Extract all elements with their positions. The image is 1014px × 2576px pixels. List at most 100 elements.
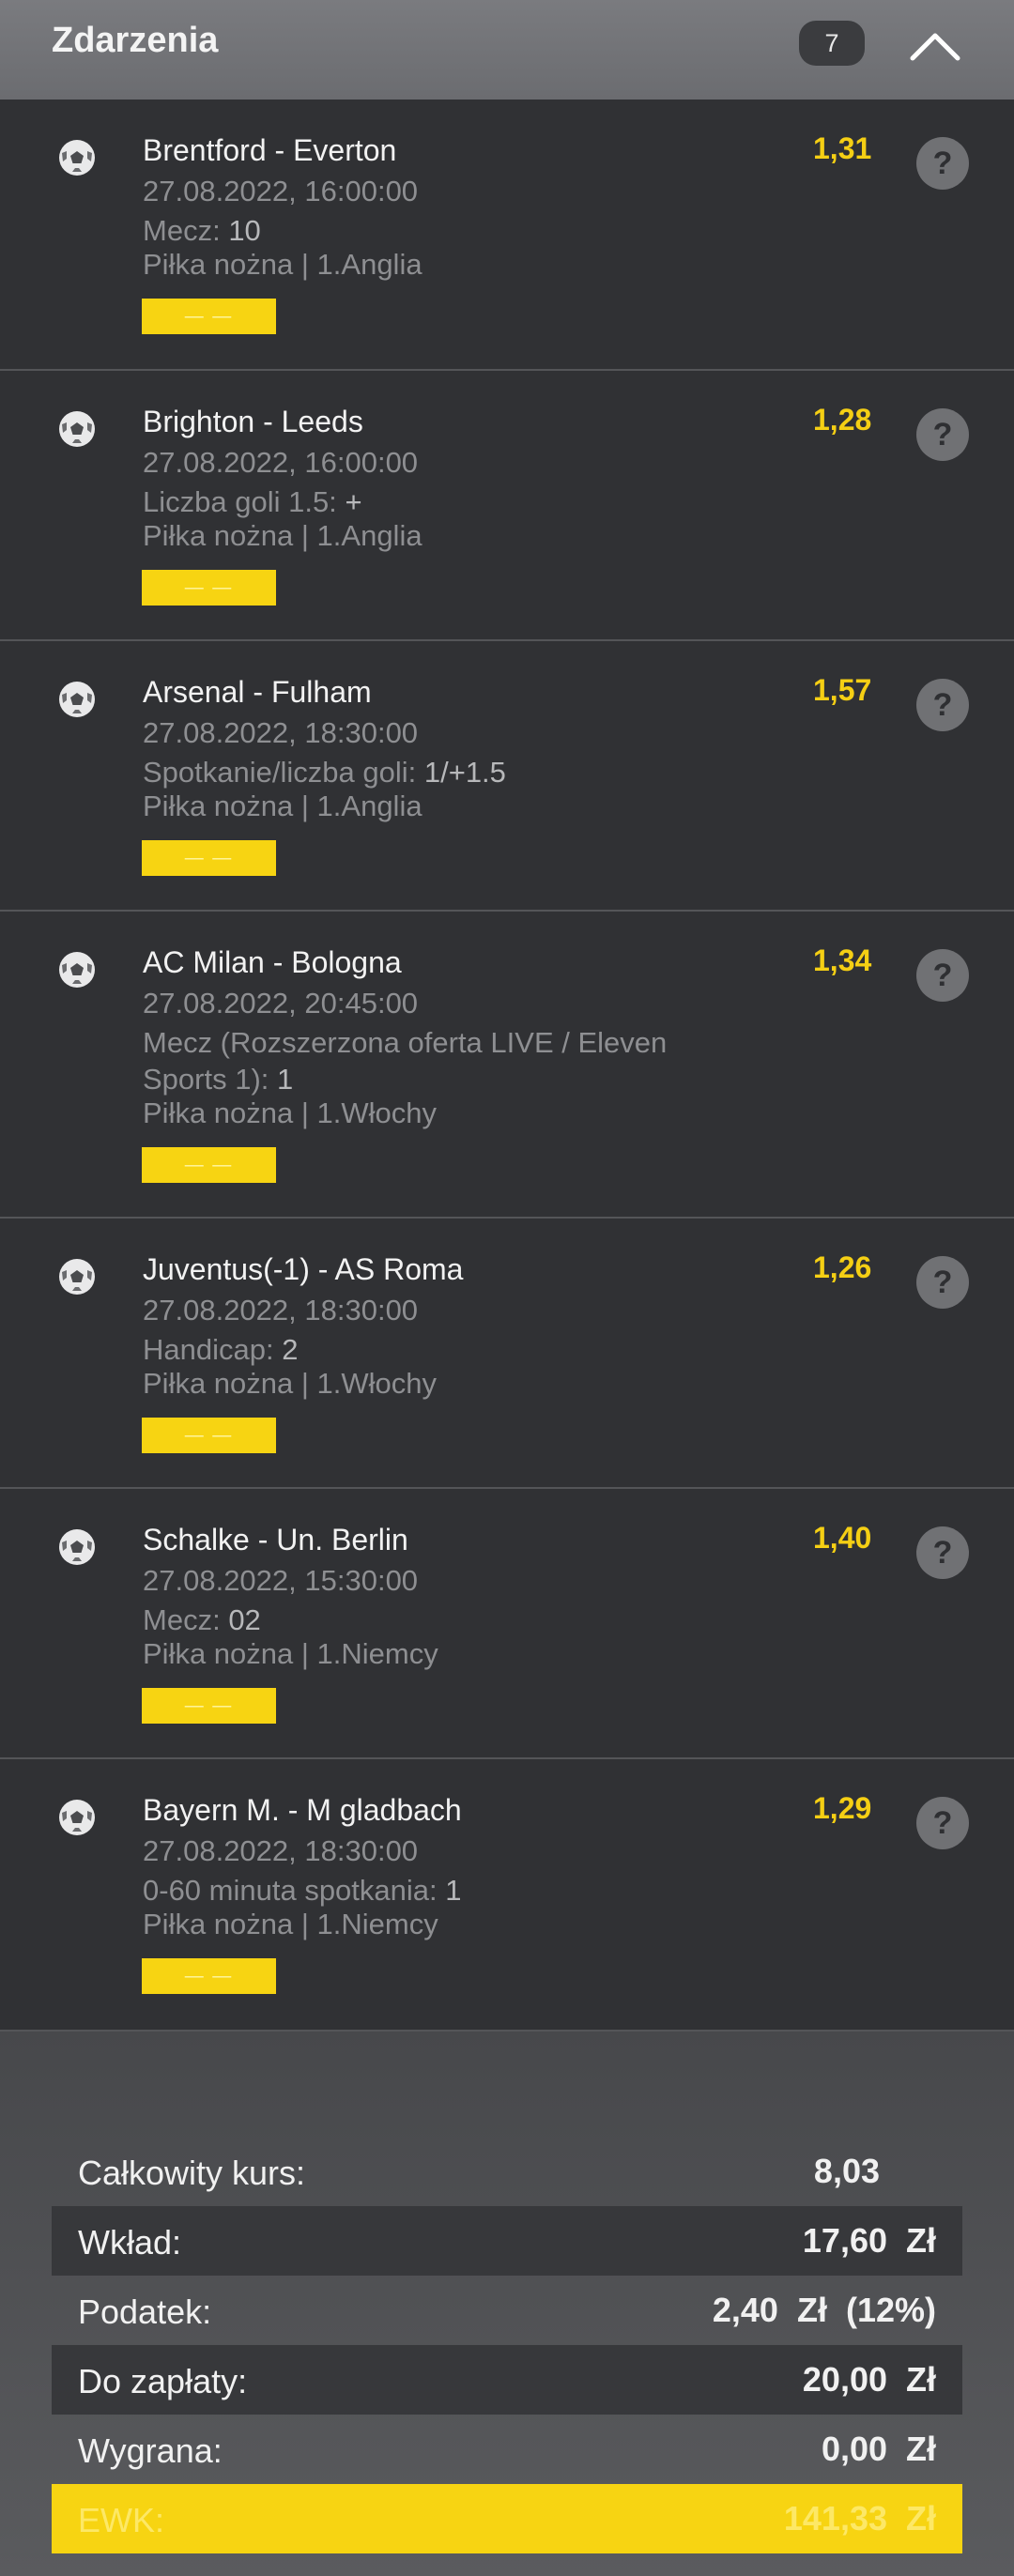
event-league: Piłka nożna | 1.Włochy [143,1096,438,1129]
event-league: Piłka nożna | 1.Anglia [143,248,422,281]
event-item[interactable]: Brighton - Leeds 27.08.2022, 16:00:00 Li… [0,371,1014,641]
event-teams: Brighton - Leeds [143,405,363,438]
help-icon[interactable]: ? [916,1797,969,1849]
event-odds: 1,34 [813,943,872,977]
event-date: 27.08.2022, 18:30:00 [143,1294,419,1326]
football-icon [59,952,95,988]
event-teams: AC Milan - Bologna [143,945,402,979]
event-league: Piłka nożna | 1.Anglia [143,519,422,552]
event-bet: 0-60 minuta spotkania: 1 [143,1872,753,1909]
event-league: Piłka nożna | 1.Anglia [143,790,422,822]
event-item[interactable]: Arsenal - Fulham 27.08.2022, 18:30:00 Sp… [0,641,1014,912]
event-league: Piłka nożna | 1.Niemcy [143,1908,438,1940]
event-odds: 1,31 [813,131,872,165]
event-item[interactable]: Bayern M. - M gladbach 27.08.2022, 18:30… [0,1759,1014,2032]
event-odds: 1,40 [813,1521,872,1555]
football-icon [59,682,95,717]
event-item[interactable]: Juventus(-1) - AS Roma 27.08.2022, 18:30… [0,1219,1014,1489]
event-odds: 1,57 [813,673,872,707]
bet-value: 02 [228,1603,261,1636]
event-date: 27.08.2022, 18:30:00 [143,1834,419,1867]
bet-value: 1 [445,1874,462,1907]
ewk-label: EWK: [78,2501,165,2539]
event-bet: Mecz: 02 [143,1602,753,1638]
event-league: Piłka nożna | 1.Włochy [143,1367,438,1400]
event-action-button[interactable]: — — [142,840,276,876]
football-icon [59,1800,95,1835]
event-action-button[interactable]: — — [142,1418,276,1453]
event-action-button[interactable]: — — [142,1688,276,1724]
event-item[interactable]: Brentford - Everton 27.08.2022, 16:00:00… [0,100,1014,371]
event-teams: Juventus(-1) - AS Roma [143,1252,464,1286]
event-action-button[interactable]: — — [142,570,276,606]
event-teams: Brentford - Everton [143,133,397,167]
total-odds-value: 8,03 [813,2152,880,2190]
event-date: 27.08.2022, 16:00:00 [143,446,419,479]
events-list: Brentford - Everton 27.08.2022, 16:00:00… [0,100,1014,2032]
win-label: Wygrana: [78,2431,223,2470]
to-pay-value: 20,00 Zł [802,2360,936,2399]
help-icon[interactable]: ? [916,408,969,461]
bet-label: Mecz (Rozszerzona oferta LIVE / Eleven S… [143,1026,668,1096]
total-odds-row: Całkowity kurs: 8,03 [52,2137,962,2206]
stake-label: Wkład: [78,2223,182,2262]
ewk-value: 141,33 Zł [783,2499,936,2538]
event-teams: Schalke - Un. Berlin [143,1523,408,1556]
football-icon [59,1529,95,1565]
event-action-button[interactable]: — — [142,299,276,334]
events-count-badge: 7 [799,21,865,66]
event-bet: Handicap: 2 [143,1331,753,1368]
event-odds: 1,26 [813,1250,872,1284]
ewk-row: EWK: 141,33 Zł [52,2484,962,2553]
event-league: Piłka nożna | 1.Niemcy [143,1637,438,1670]
event-teams: Arsenal - Fulham [143,675,372,709]
help-icon[interactable]: ? [916,1526,969,1579]
event-action-button[interactable]: — — [142,1958,276,1994]
event-date: 27.08.2022, 20:45:00 [143,987,419,1020]
bet-value: 1 [277,1063,294,1096]
bet-value: + [345,485,362,518]
tax-label: Podatek: [78,2292,212,2331]
bet-label: Handicap: [143,1333,274,1366]
bet-label: 0-60 minuta spotkania: [143,1874,438,1907]
total-odds-label: Całkowity kurs: [78,2154,306,2192]
football-icon [59,1259,95,1295]
event-date: 27.08.2022, 18:30:00 [143,716,419,749]
bet-value: 2 [282,1333,299,1366]
event-bet: Mecz: 10 [143,212,753,249]
help-icon[interactable]: ? [916,1256,969,1309]
event-bet: Liczba goli 1.5: + [143,483,753,520]
bet-summary: Całkowity kurs: 8,03 Wkład: 17,60 Zł Pod… [0,2032,1014,2576]
event-bet: Spotkanie/liczba goli: 1/+1.5 [143,754,753,790]
bet-label: Liczba goli 1.5: [143,485,337,518]
header-title: Zdarzenia [52,21,219,60]
event-date: 27.08.2022, 15:30:00 [143,1564,419,1597]
win-value: 0,00 Zł [821,2430,936,2468]
event-teams: Bayern M. - M gladbach [143,1793,462,1827]
bet-value: 10 [228,214,261,247]
bet-label: Spotkanie/liczba goli: [143,756,417,789]
to-pay-label: Do zapłaty: [78,2362,248,2400]
tax-row: Podatek: 2,40 Zł (12%) [52,2276,962,2345]
stake-value[interactable]: 17,60 Zł [803,2221,936,2261]
event-bet: Mecz (Rozszerzona oferta LIVE / Eleven S… [143,1024,753,1097]
tax-value: 2,40 Zł (12%) [712,2291,936,2329]
bet-value: 1/+1.5 [423,756,506,789]
event-action-button[interactable]: — — [142,1147,276,1183]
chevron-up-icon[interactable] [909,26,961,64]
football-icon [59,140,95,176]
events-header[interactable]: Zdarzenia 7 [0,0,1014,100]
football-icon [59,411,95,447]
event-odds: 1,28 [813,403,872,437]
event-item[interactable]: Schalke - Un. Berlin 27.08.2022, 15:30:0… [0,1489,1014,1759]
help-icon[interactable]: ? [916,137,969,190]
bet-label: Mecz: [143,1603,221,1636]
event-item[interactable]: AC Milan - Bologna 27.08.2022, 20:45:00 … [0,912,1014,1219]
event-date: 27.08.2022, 16:00:00 [143,175,419,207]
win-row: Wygrana: 0,00 Zł [52,2415,962,2484]
help-icon[interactable]: ? [916,949,969,1002]
stake-row[interactable]: Wkład: 17,60 Zł [52,2206,962,2276]
help-icon[interactable]: ? [916,679,969,731]
to-pay-row: Do zapłaty: 20,00 Zł [52,2345,962,2415]
bet-label: Mecz: [143,214,221,247]
